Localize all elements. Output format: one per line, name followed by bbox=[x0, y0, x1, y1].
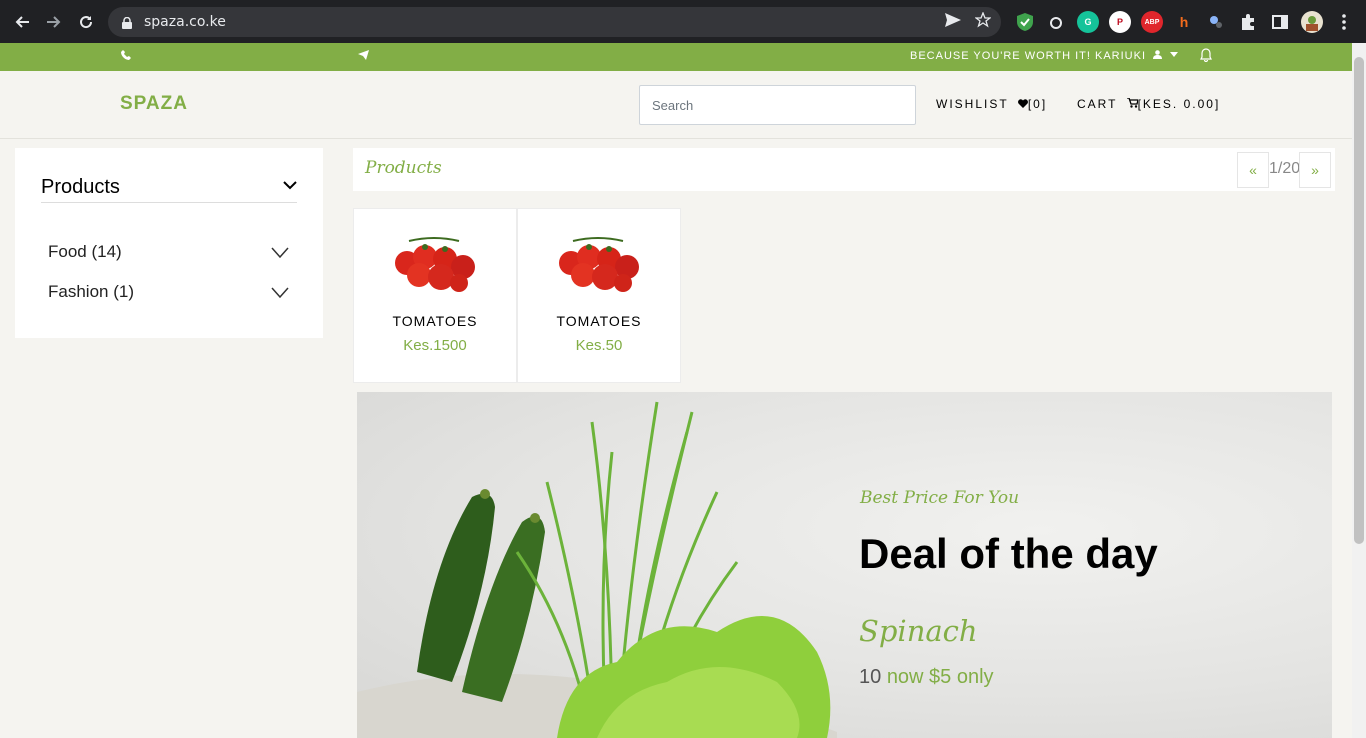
new-price: now $5 only bbox=[886, 666, 994, 688]
address-bar[interactable]: spaza.co.ke bbox=[108, 7, 1001, 37]
telegram-icon[interactable] bbox=[358, 50, 369, 63]
site-logo[interactable]: SPAZA bbox=[120, 93, 188, 115]
menu-dots-icon[interactable] bbox=[1333, 11, 1355, 33]
cart-link[interactable]: CART [KES. 0.00] bbox=[1077, 97, 1220, 111]
profile-avatar[interactable] bbox=[1301, 11, 1323, 33]
category-fashion[interactable]: Fashion (1) bbox=[48, 282, 134, 302]
shield-extension-icon[interactable] bbox=[1014, 11, 1036, 33]
product-card[interactable]: TOMATOES Kes.50 bbox=[517, 208, 681, 383]
product-card[interactable]: TOMATOES Kes.1500 bbox=[353, 208, 517, 383]
old-price: 10 bbox=[859, 666, 882, 688]
banner-item-name: Spinach bbox=[859, 614, 978, 648]
products-title: Products bbox=[365, 158, 442, 178]
prev-page-button[interactable]: « bbox=[1237, 152, 1269, 188]
puzzle-icon[interactable] bbox=[1237, 11, 1259, 33]
tagline-text: BECAUSE YOU'RE WORTH IT! bbox=[910, 50, 1091, 62]
back-icon[interactable] bbox=[6, 6, 38, 38]
sidebar-title: Products bbox=[41, 176, 120, 198]
chevron-down-icon[interactable] bbox=[271, 287, 289, 299]
user-name: KARIUKI bbox=[1095, 50, 1147, 62]
page-indicator: 1/20 bbox=[1269, 160, 1301, 177]
product-name: TOMATOES bbox=[392, 313, 478, 329]
pinterest-icon[interactable]: P bbox=[1109, 11, 1131, 33]
chevron-down-icon[interactable] bbox=[283, 178, 297, 192]
side-panel-icon[interactable] bbox=[1269, 11, 1291, 33]
banner-price: 10 now $5 only bbox=[859, 666, 994, 689]
cart-icon bbox=[1126, 97, 1139, 108]
top-info-bar: BECAUSE YOU'RE WORTH IT! KARIUKI bbox=[0, 43, 1352, 71]
category-food[interactable]: Food (14) bbox=[48, 242, 122, 262]
grammarly-icon[interactable]: G bbox=[1077, 11, 1099, 33]
cat-extension-icon[interactable] bbox=[1045, 11, 1067, 33]
forward-icon[interactable] bbox=[38, 6, 70, 38]
honey-extension-icon[interactable]: h bbox=[1173, 11, 1195, 33]
reload-icon[interactable] bbox=[70, 6, 102, 38]
bookmark-star-icon[interactable] bbox=[974, 10, 992, 33]
user-icon bbox=[1153, 50, 1163, 59]
banner-tagline: Best Price For You bbox=[860, 488, 1020, 508]
spy-extension-icon[interactable] bbox=[1205, 11, 1227, 33]
banner-heading: Deal of the day bbox=[859, 530, 1158, 577]
sidebar-divider bbox=[41, 202, 297, 203]
send-icon[interactable] bbox=[945, 12, 961, 32]
category-sidebar: Products Food (14) Fashion (1) bbox=[15, 148, 323, 338]
cart-value: [KES. 0.00] bbox=[1137, 97, 1221, 111]
product-name: TOMATOES bbox=[556, 313, 642, 329]
caret-down-icon bbox=[1170, 52, 1179, 57]
wishlist-label: WISHLIST bbox=[936, 97, 1009, 111]
chevron-down-icon[interactable] bbox=[271, 247, 289, 259]
browser-toolbar: spaza.co.ke G P ABP h bbox=[0, 0, 1366, 43]
lock-icon bbox=[122, 16, 132, 29]
page-scrollbar[interactable] bbox=[1352, 43, 1366, 738]
adblock-icon[interactable]: ABP bbox=[1141, 11, 1163, 33]
deal-banner[interactable]: Best Price For You Deal of the day Spina… bbox=[357, 392, 1332, 738]
tomatoes-image bbox=[559, 237, 639, 292]
bell-icon[interactable] bbox=[1200, 48, 1212, 65]
products-header: Products « 1/20 » bbox=[353, 148, 1335, 191]
phone-icon[interactable] bbox=[121, 50, 131, 63]
product-price: Kes.1500 bbox=[403, 337, 467, 354]
user-menu[interactable]: KARIUKI bbox=[1095, 50, 1179, 62]
site-header: SPAZA WISHLIST [0] CART [KES. 0.00] bbox=[0, 71, 1352, 139]
vegetables-image bbox=[357, 401, 837, 738]
product-price: Kes.50 bbox=[575, 337, 623, 354]
url-text: spaza.co.ke bbox=[144, 14, 226, 30]
wishlist-count: [0] bbox=[1027, 97, 1048, 111]
tomatoes-image bbox=[395, 237, 475, 292]
next-page-button[interactable]: » bbox=[1299, 152, 1331, 188]
wishlist-link[interactable]: WISHLIST [0] bbox=[936, 97, 1047, 111]
cart-label: CART bbox=[1077, 97, 1118, 111]
scrollbar-thumb[interactable] bbox=[1354, 57, 1364, 544]
heart-icon bbox=[1017, 99, 1028, 108]
search-input[interactable] bbox=[639, 85, 916, 125]
